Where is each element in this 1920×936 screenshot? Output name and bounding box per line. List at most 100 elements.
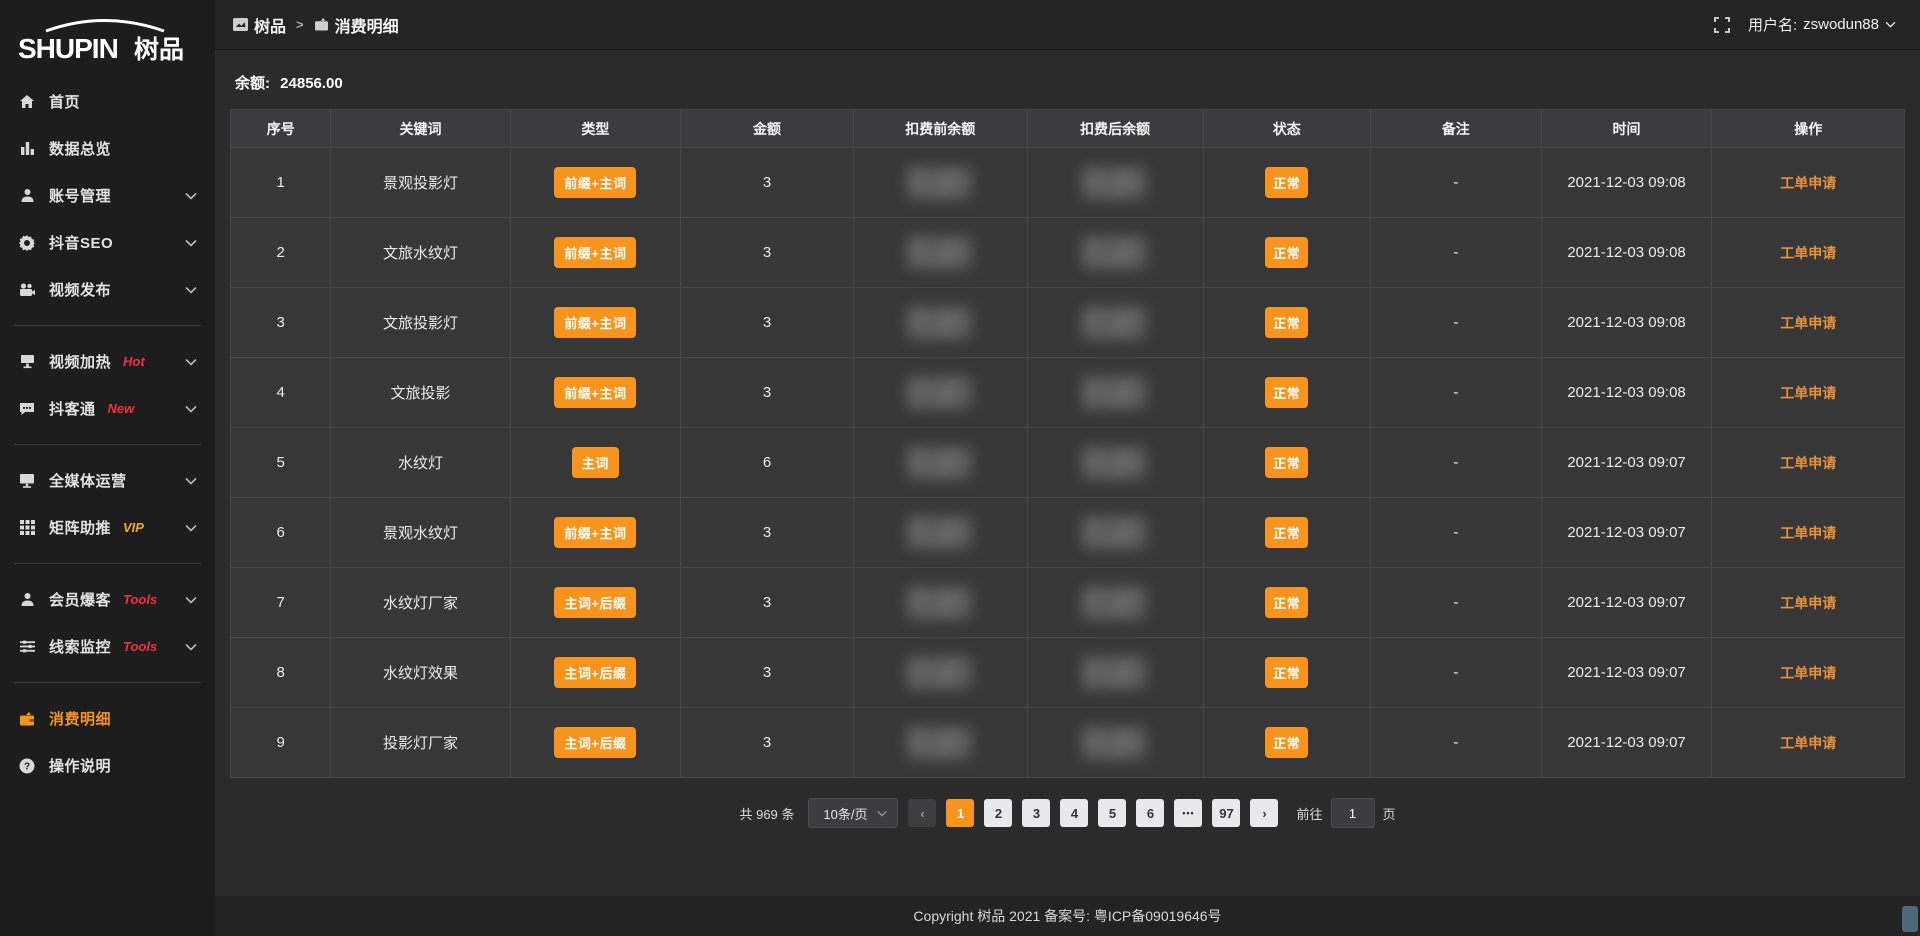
prev-page-button[interactable]: ‹	[908, 799, 936, 827]
fullscreen-icon[interactable]	[1714, 17, 1730, 33]
new-badge: New	[108, 401, 135, 416]
page-size-select[interactable]: 10条/页	[808, 798, 898, 828]
breadcrumb-current[interactable]: 消费明细	[314, 13, 399, 37]
page-size-value: 10条/页	[823, 804, 867, 823]
masked-balance-after	[1083, 307, 1147, 339]
brand-logo[interactable]: SHUPIN 树品	[0, 10, 215, 72]
type-badge: 主词+后缀	[554, 657, 636, 688]
cell-amount: 3	[681, 568, 853, 638]
type-badge: 主词+后缀	[554, 587, 636, 618]
work-order-link[interactable]: 工单申请	[1780, 455, 1836, 471]
sidebar-item-label: 抖音SEO	[49, 232, 113, 253]
total-count: 共 969 条	[739, 804, 794, 823]
member-icon	[18, 592, 36, 607]
page-button-2[interactable]: 2	[984, 799, 1012, 827]
cell-no: 1	[231, 148, 331, 218]
cell-keyword: 水纹灯效果	[331, 638, 510, 708]
breadcrumb-root[interactable]: 树品	[233, 13, 286, 37]
col-header-amount: 金额	[681, 110, 853, 148]
cell-no: 6	[231, 498, 331, 568]
page-button-5[interactable]: 5	[1098, 799, 1126, 827]
sidebar-item-instructions[interactable]: ? 操作说明	[0, 742, 215, 789]
cell-amount: 3	[681, 498, 853, 568]
sidebar-item-douketong[interactable]: 抖客通 New	[0, 385, 215, 432]
username-value: zswodun88	[1803, 16, 1879, 33]
col-header-balance-before: 扣费前余额	[853, 110, 1027, 148]
work-order-link[interactable]: 工单申请	[1780, 315, 1836, 331]
cell-remark: -	[1370, 148, 1541, 218]
chevron-down-icon	[185, 477, 197, 485]
vip-badge: VIP	[123, 520, 144, 535]
masked-balance-before	[908, 517, 972, 549]
page-button-6[interactable]: 6	[1136, 799, 1164, 827]
col-header-status: 状态	[1203, 110, 1370, 148]
sidebar-item-video-heating[interactable]: 视频加热 Hot	[0, 338, 215, 385]
table-row: 8 水纹灯效果 主词+后缀 3 正常 - 2021-12-03 09:07 工单…	[231, 638, 1905, 708]
sidebar-item-account-management[interactable]: 账号管理	[0, 172, 215, 219]
sidebar-divider	[14, 682, 201, 683]
work-order-link[interactable]: 工单申请	[1780, 595, 1836, 611]
masked-balance-after	[1083, 657, 1147, 689]
masked-balance-before	[908, 587, 972, 619]
scrollbar-fragment	[1902, 906, 1918, 932]
footer: Copyright 树品 2021 备案号: 粤ICP备09019646号	[215, 896, 1920, 936]
chevron-down-icon	[185, 286, 197, 294]
cell-remark: -	[1370, 708, 1541, 778]
chevron-down-icon	[185, 358, 197, 366]
work-order-link[interactable]: 工单申请	[1780, 245, 1836, 261]
sidebar-divider	[14, 325, 201, 326]
type-badge: 前缀+主词	[554, 307, 636, 338]
masked-balance-before	[908, 657, 972, 689]
work-order-link[interactable]: 工单申请	[1780, 385, 1836, 401]
type-badge: 前缀+主词	[554, 167, 636, 198]
page-button-97[interactable]: 97	[1212, 799, 1240, 827]
work-order-link[interactable]: 工单申请	[1780, 175, 1836, 191]
bar-chart-icon	[18, 141, 36, 156]
work-order-link[interactable]: 工单申请	[1780, 665, 1836, 681]
tools-badge: Tools	[123, 639, 157, 654]
logo-text-cn: 树品	[134, 35, 184, 64]
cell-time: 2021-12-03 09:08	[1541, 218, 1712, 288]
sidebar-item-data-overview[interactable]: 数据总览	[0, 125, 215, 172]
balance: 余额: 24856.00	[235, 72, 1900, 93]
work-order-link[interactable]: 工单申请	[1780, 735, 1836, 751]
sidebar-item-member-burst[interactable]: 会员爆客 Tools	[0, 576, 215, 623]
status-badge: 正常	[1265, 727, 1308, 758]
cell-time: 2021-12-03 09:07	[1541, 568, 1712, 638]
cell-remark: -	[1370, 288, 1541, 358]
goto-page-input[interactable]	[1331, 798, 1375, 828]
sidebar-item-all-media[interactable]: 全媒体运营	[0, 457, 215, 504]
page-button-3[interactable]: 3	[1022, 799, 1050, 827]
next-page-button[interactable]: ›	[1250, 799, 1278, 827]
col-header-no: 序号	[231, 110, 331, 148]
cell-amount: 3	[681, 288, 853, 358]
status-badge: 正常	[1265, 167, 1308, 198]
masked-balance-before	[908, 727, 972, 759]
sidebar-item-label: 矩阵助推	[49, 517, 111, 538]
cell-amount: 3	[681, 148, 853, 218]
cell-no: 7	[231, 568, 331, 638]
status-badge: 正常	[1265, 377, 1308, 408]
sidebar-item-label: 首页	[49, 91, 80, 112]
goto-label: 前往	[1296, 804, 1322, 823]
sidebar-divider	[14, 563, 201, 564]
sidebar-item-video-publish[interactable]: 视频发布	[0, 266, 215, 313]
main-area: 树品 > 消费明细 用户名: zswodun88	[215, 0, 1920, 936]
screen-icon	[18, 354, 36, 369]
grid-icon	[18, 520, 36, 535]
work-order-link[interactable]: 工单申请	[1780, 525, 1836, 541]
user-menu[interactable]: 用户名: zswodun88	[1748, 14, 1896, 35]
sidebar-item-douyin-seo[interactable]: 抖音SEO	[0, 219, 215, 266]
goto-suffix: 页	[1383, 804, 1396, 823]
question-icon: ?	[18, 758, 36, 774]
more-pages-button[interactable]: •••	[1174, 799, 1202, 827]
sidebar-item-matrix-boost[interactable]: 矩阵助推 VIP	[0, 504, 215, 551]
sidebar-item-label: 全媒体运营	[49, 470, 127, 491]
sidebar-item-consumption-detail[interactable]: 消费明细	[0, 695, 215, 742]
breadcrumb: 树品 > 消费明细	[233, 13, 399, 37]
sidebar-item-label: 视频加热	[49, 351, 111, 372]
sidebar-item-lead-monitor[interactable]: 线索监控 Tools	[0, 623, 215, 670]
sidebar-item-home[interactable]: 首页	[0, 78, 215, 125]
page-button-1[interactable]: 1	[946, 799, 974, 827]
page-button-4[interactable]: 4	[1060, 799, 1088, 827]
